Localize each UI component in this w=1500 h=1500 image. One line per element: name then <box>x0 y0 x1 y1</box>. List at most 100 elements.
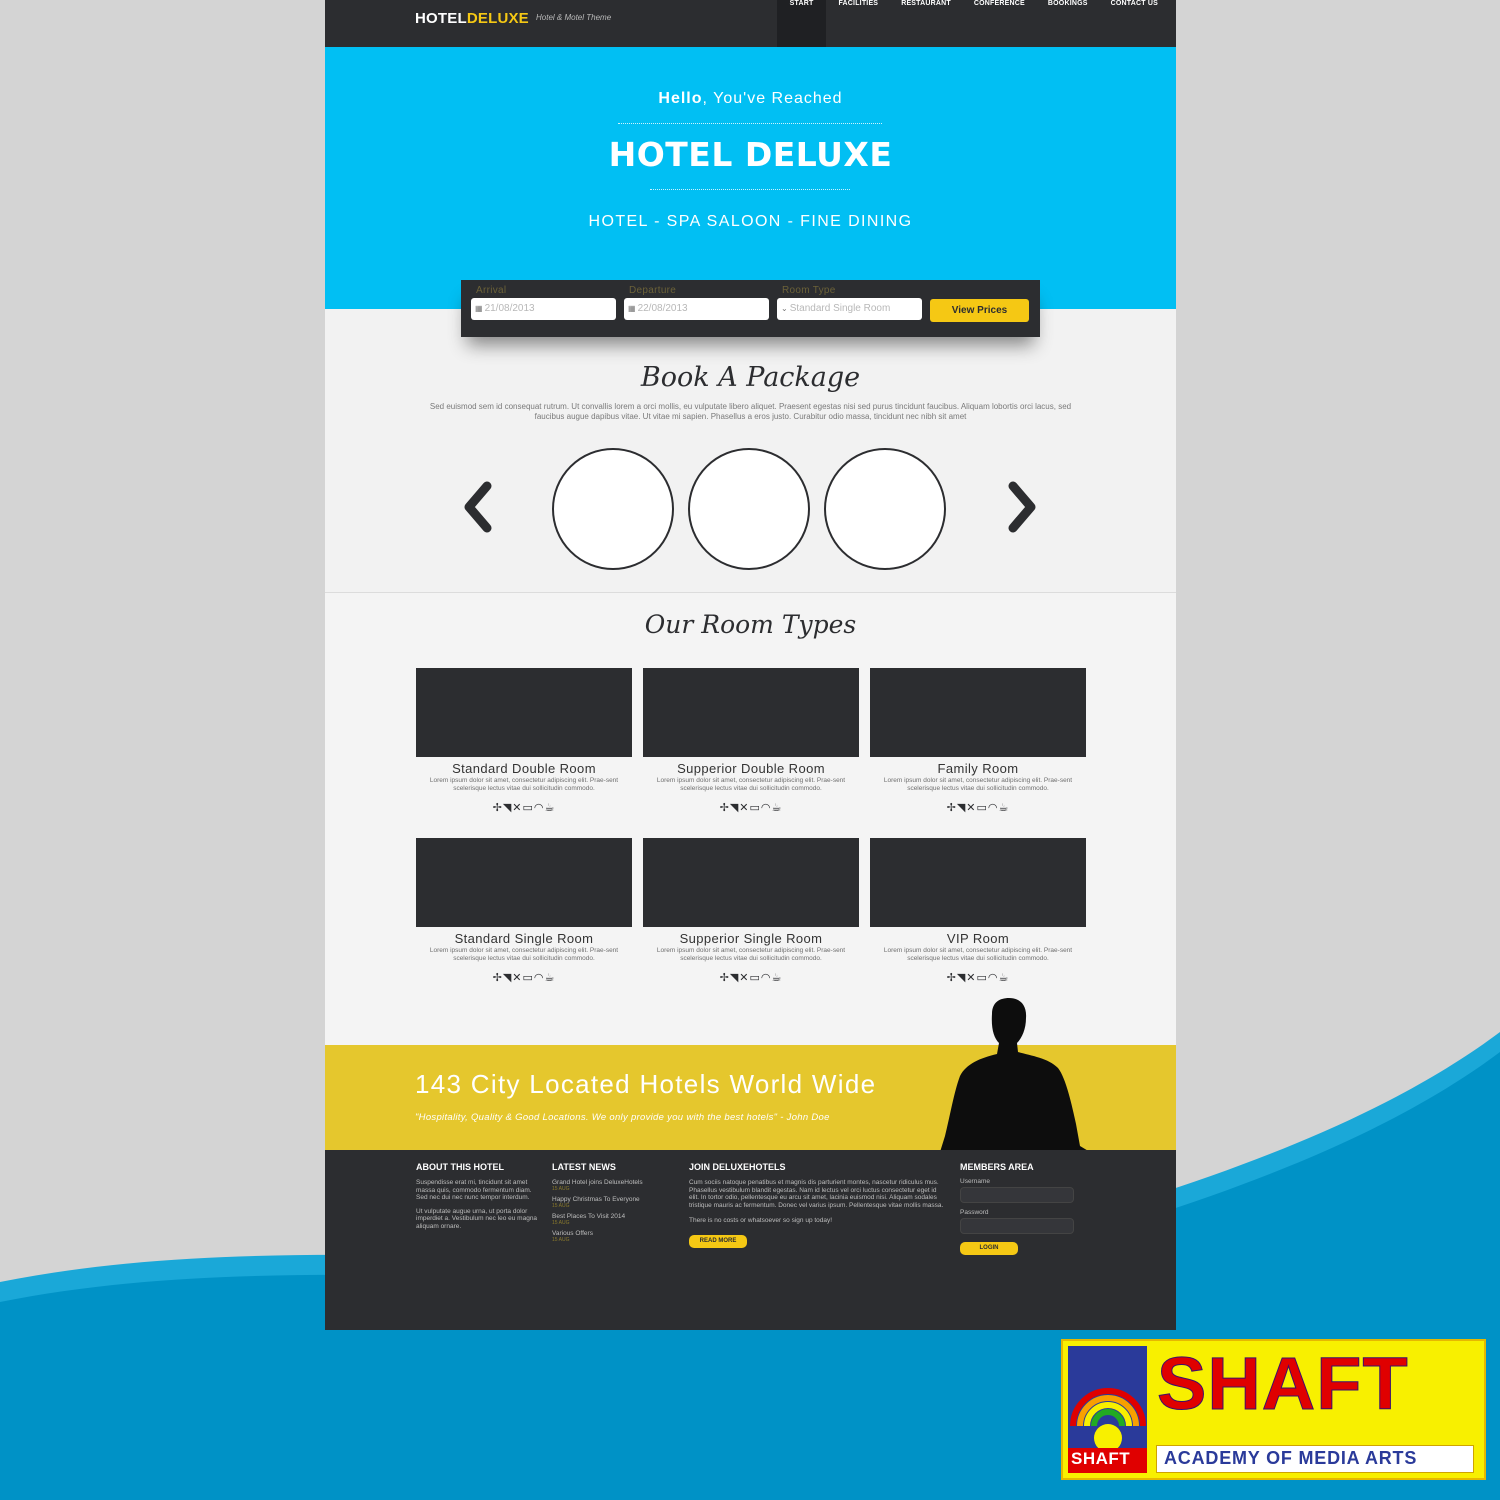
wifi-icon: ◠ <box>987 801 999 814</box>
package-description: Sed euismod sem id consequat rutrum. Ut … <box>429 402 1072 421</box>
room-description: Lorem ipsum dolor sit amet, consectetur … <box>656 777 846 792</box>
room-image[interactable] <box>870 668 1086 757</box>
top-navbar: HOTELDELUXE Hotel & Motel Theme START FA… <box>325 0 1176 47</box>
room-description: Lorem ipsum dolor sit amet, consectetur … <box>429 947 619 962</box>
hero-section: Hello, You've Reached HOTEL DELUXE HOTEL… <box>325 47 1176 309</box>
footer-news-title: LATEST NEWS <box>552 1162 616 1172</box>
logo-text-deluxe: DELUXE <box>466 10 529 27</box>
package-slide-1[interactable] <box>552 448 674 570</box>
hero-divider-bottom <box>650 189 850 190</box>
news-item[interactable]: Various Offers <box>552 1230 677 1237</box>
package-slide-3[interactable] <box>824 448 946 570</box>
password-label: Password <box>960 1209 989 1216</box>
wifi-icon: ◠ <box>533 801 545 814</box>
arrival-input[interactable]: ▦ 21/08/2013 <box>471 298 616 320</box>
room-image[interactable] <box>870 838 1086 927</box>
amenity-icons: ✢◥✕▭◠☕ <box>416 971 632 984</box>
departure-value: 22/08/2013 <box>637 303 688 314</box>
coffee-icon: ☕ <box>544 971 556 984</box>
ironing-icon: ✕ <box>739 971 750 984</box>
website-mockup: HOTELDELUXE Hotel & Motel Theme START FA… <box>325 0 1176 1330</box>
room-name[interactable]: Standard Double Room <box>416 761 632 776</box>
login-button[interactable]: LOGIN <box>960 1242 1018 1255</box>
room-type-label: Room Type <box>782 285 836 296</box>
coffee-icon: ☕ <box>998 971 1010 984</box>
departure-field: Departure ▦ 22/08/2013 <box>624 285 769 320</box>
room-type-select[interactable]: ⌄ Standard Single Room <box>777 298 922 320</box>
arrival-value: 21/08/2013 <box>484 303 535 314</box>
nav-restaurant[interactable]: RESTAURANT <box>889 0 962 47</box>
room-image[interactable] <box>643 668 859 757</box>
carousel-next-icon[interactable] <box>1005 480 1041 534</box>
shaft-academy-logo: SHAFT SHAFT ACADEMY OF MEDIA ARTS <box>1061 1339 1486 1480</box>
hairdryer-icon: ◥ <box>729 801 740 814</box>
ironing-icon: ✕ <box>966 801 977 814</box>
username-input[interactable] <box>960 1187 1074 1203</box>
nav-conference[interactable]: CONFERENCE <box>962 0 1036 47</box>
footer-members-title: MEMBERS AREA <box>960 1162 1034 1172</box>
nav-facilities[interactable]: FACILITIES <box>826 0 889 47</box>
room-image[interactable] <box>416 838 632 927</box>
footer-join-cta-text: There is no costs or whatsoever so sign … <box>689 1217 833 1224</box>
news-date: 15 AUG <box>552 1203 570 1209</box>
tv-icon: ▭ <box>976 971 988 984</box>
room-description: Lorem ipsum dolor sit amet, consectetur … <box>883 777 1073 792</box>
fan-icon: ✢ <box>492 971 503 984</box>
banner-quote: "Hospitality, Quality & Good Locations. … <box>415 1112 830 1123</box>
news-item[interactable]: Happy Christmas To Everyone <box>552 1196 677 1203</box>
footer-about: ABOUT THIS HOTEL Suspendisse erat mi, ti… <box>416 1162 541 1230</box>
tv-icon: ▭ <box>749 971 761 984</box>
amenity-icons: ✢◥✕▭◠☕ <box>870 971 1086 984</box>
coffee-icon: ☕ <box>998 801 1010 814</box>
calendar-icon: ▦ <box>628 304 636 313</box>
room-name[interactable]: Standard Single Room <box>416 931 632 946</box>
room-description: Lorem ipsum dolor sit amet, consectetur … <box>429 777 619 792</box>
room-name[interactable]: Supperior Double Room <box>643 761 859 776</box>
room-description: Lorem ipsum dolor sit amet, consectetur … <box>656 947 846 962</box>
room-type-field: Room Type ⌄ Standard Single Room <box>777 285 922 320</box>
footer-members: MEMBERS AREA Username Password LOGIN <box>960 1162 1090 1255</box>
view-prices-button[interactable]: View Prices <box>930 299 1029 322</box>
carousel-prev-icon[interactable] <box>459 480 495 534</box>
nav-contact-us[interactable]: CONTACT US <box>1099 0 1176 47</box>
news-date: 15 AUG <box>552 1220 570 1226</box>
room-card[interactable]: Family Room Lorem ipsum dolor sit amet, … <box>870 668 1086 814</box>
tv-icon: ▭ <box>749 801 761 814</box>
package-slide-2[interactable] <box>688 448 810 570</box>
news-item[interactable]: Grand Hotel joins DeluxeHotels <box>552 1179 677 1186</box>
site-logo[interactable]: HOTELDELUXE <box>415 10 529 27</box>
room-card[interactable]: Standard Single Room Lorem ipsum dolor s… <box>416 838 632 984</box>
room-card[interactable]: Supperior Double Room Lorem ipsum dolor … <box>643 668 859 814</box>
hairdryer-icon: ◥ <box>956 801 967 814</box>
banner-title: 143 City Located Hotels World Wide <box>415 1069 877 1099</box>
room-image[interactable] <box>643 838 859 927</box>
amenity-icons: ✢◥✕▭◠☕ <box>643 971 859 984</box>
hero-greeting-rest: , You've Reached <box>702 90 843 107</box>
hero-title: HOTEL DELUXE <box>608 135 893 174</box>
room-name[interactable]: Family Room <box>870 761 1086 776</box>
site-tagline: Hotel & Motel Theme <box>536 13 612 22</box>
news-item[interactable]: Best Places To Visit 2014 <box>552 1213 677 1220</box>
read-more-button[interactable]: READ MORE <box>689 1234 747 1248</box>
room-card[interactable]: Supperior Single Room Lorem ipsum dolor … <box>643 838 859 984</box>
room-type-value: Standard Single Room <box>789 303 891 314</box>
nav-start[interactable]: START <box>776 0 827 47</box>
logo-text-hotel: HOTEL <box>415 10 467 27</box>
footer-join-text: Cum sociis natoque penatibus et magnis d… <box>689 1179 944 1209</box>
ironing-icon: ✕ <box>739 801 750 814</box>
room-name[interactable]: VIP Room <box>870 931 1086 946</box>
room-image[interactable] <box>416 668 632 757</box>
password-input[interactable] <box>960 1218 1074 1234</box>
hero-greeting-bold: Hello <box>658 90 703 107</box>
room-card[interactable]: VIP Room Lorem ipsum dolor sit amet, con… <box>870 838 1086 984</box>
footer-about-title: ABOUT THIS HOTEL <box>416 1162 504 1172</box>
hairdryer-icon: ◥ <box>502 801 513 814</box>
coffee-icon: ☕ <box>771 971 783 984</box>
amenity-icons: ✢◥✕▭◠☕ <box>643 801 859 814</box>
site-footer: ABOUT THIS HOTEL Suspendisse erat mi, ti… <box>325 1150 1176 1330</box>
nav-bookings[interactable]: BOOKINGS <box>1036 0 1099 47</box>
tv-icon: ▭ <box>976 801 988 814</box>
departure-input[interactable]: ▦ 22/08/2013 <box>624 298 769 320</box>
room-card[interactable]: Standard Double Room Lorem ipsum dolor s… <box>416 668 632 814</box>
room-name[interactable]: Supperior Single Room <box>643 931 859 946</box>
